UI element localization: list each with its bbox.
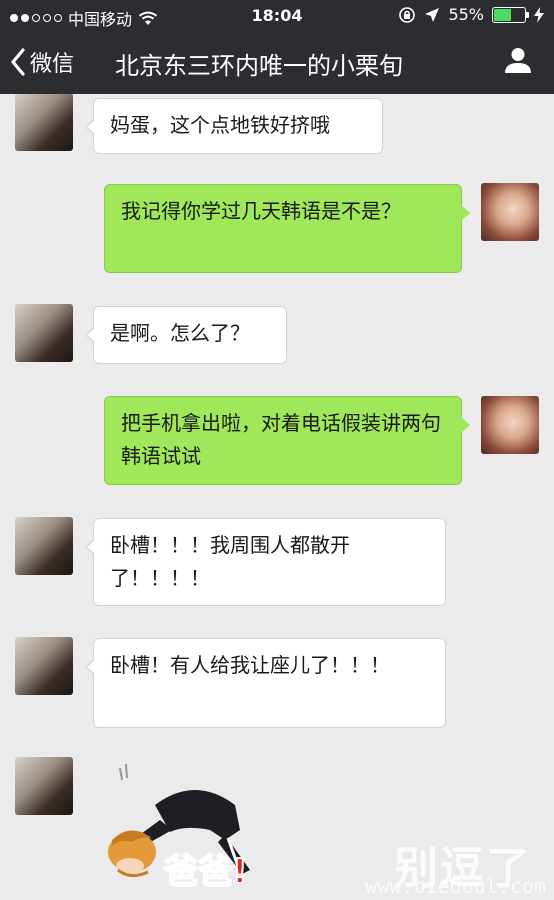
contact-avatar[interactable] bbox=[15, 93, 73, 151]
contact-avatar[interactable] bbox=[15, 304, 73, 362]
sticker-message[interactable]: 爸爸! bbox=[100, 760, 260, 893]
contact-avatar[interactable] bbox=[15, 517, 73, 575]
sticker-caption: 爸爸! bbox=[163, 851, 249, 893]
message-bubble[interactable]: 把手机拿出啦，对着电话假装讲两句韩语试试 bbox=[104, 396, 470, 485]
chat-title: 北京东三环内唯一的小栗旬 bbox=[115, 52, 403, 80]
status-bar: 中国移动 18:04 55% bbox=[0, 0, 554, 32]
message-row: 我记得你学过几天韩语是不是？ bbox=[0, 180, 554, 275]
back-label: 微信 bbox=[30, 52, 75, 77]
chevron-left-icon bbox=[11, 48, 25, 76]
contact-avatar[interactable] bbox=[15, 757, 73, 815]
status-right: 55% bbox=[398, 5, 544, 24]
back-button[interactable]: 微信 bbox=[10, 44, 74, 80]
message-row: 把手机拿出啦，对着电话假装讲两句韩语试试 bbox=[0, 392, 554, 487]
message-bubble[interactable]: 是啊。怎么了？ bbox=[85, 306, 287, 364]
message-row: 卧槽！！！我周围人都散开了！！！！ bbox=[0, 512, 554, 607]
contact-avatar[interactable] bbox=[15, 637, 73, 695]
location-arrow-icon bbox=[425, 7, 440, 22]
battery-percent: 55% bbox=[448, 5, 484, 24]
message-bubble[interactable]: 卧槽！有人给我让座儿了！！！ bbox=[85, 638, 446, 728]
user-avatar[interactable] bbox=[481, 396, 539, 454]
battery-icon bbox=[492, 6, 529, 23]
rotation-lock-icon bbox=[399, 6, 416, 23]
battery-fill bbox=[494, 8, 511, 21]
profile-button[interactable] bbox=[504, 46, 532, 78]
top-bar: 中国移动 18:04 55% 微信 北京东三环内唯一的小栗旬 bbox=[0, 0, 554, 94]
user-avatar[interactable] bbox=[481, 183, 539, 241]
charging-bolt-icon bbox=[534, 6, 544, 23]
message-row: 卧槽！有人给我让座儿了！！！ bbox=[0, 632, 554, 730]
message-row: 妈蛋，这个点地铁好挤哦 bbox=[0, 88, 554, 158]
nav-bar: 微信 北京东三环内唯一的小栗旬 bbox=[0, 32, 554, 94]
message-bubble[interactable]: 我记得你学过几天韩语是不是？ bbox=[104, 184, 470, 273]
message-bubble[interactable]: 妈蛋，这个点地铁好挤哦 bbox=[85, 98, 383, 154]
message-row: 是啊。怎么了？ bbox=[0, 300, 554, 370]
watermark-url: www.biedoul.com bbox=[365, 874, 546, 898]
person-icon bbox=[505, 48, 531, 73]
message-bubble[interactable]: 卧槽！！！我周围人都散开了！！！！ bbox=[85, 518, 446, 606]
